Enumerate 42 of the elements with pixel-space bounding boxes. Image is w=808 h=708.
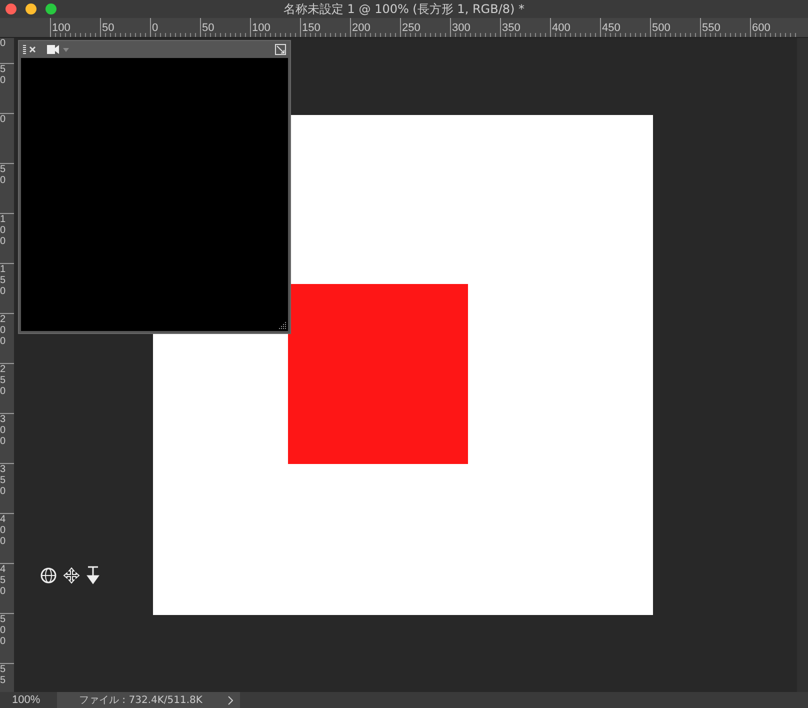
close-icon[interactable] [23,45,37,54]
scrollbar[interactable] [797,38,808,692]
expand-icon[interactable] [275,44,286,55]
ruler-label: 55 [0,664,7,686]
ruler-label: 0 [151,22,158,34]
ruler-label: 50 [101,22,114,34]
move-icon[interactable] [63,567,80,584]
ruler-label: 250 [0,364,7,397]
ruler-label: 350 [501,22,520,34]
ruler-label: 100 [51,22,70,34]
ruler-label: 500 [0,614,7,647]
ruler-label: 500 [651,22,670,34]
ruler-label: 350 [0,464,7,497]
ruler-label: 150 [301,22,320,34]
ruler-label: 0 [0,114,7,125]
ruler-label: 0 [0,38,7,49]
file-size-text: ファイル : 732.4K/511.8K [79,694,202,707]
chevron-right-icon[interactable] [228,696,234,704]
window-controls-icon[interactable] [5,3,57,15]
ruler-label: 100 [251,22,270,34]
ruler-label: 400 [0,514,7,547]
ruler-label: 200 [0,314,7,347]
ruler-label: 450 [601,22,620,34]
ruler-label: 300 [0,414,7,447]
ruler-label: 400 [551,22,570,34]
ruler-label: 50 [0,164,7,186]
zoom-level[interactable]: 100% [0,694,57,706]
ruler-label: 450 [0,564,7,597]
ruler-label: 200 [351,22,370,34]
window-title: 名称未設定 1 @ 100% (長方形 1, RGB/8) * [283,0,524,18]
file-info-bar[interactable]: ファイル : 732.4K/511.8K [57,692,240,708]
globe-icon[interactable] [40,567,57,584]
ruler-label: 100 [0,214,7,247]
ruler-label: 300 [451,22,470,34]
ruler-label: 600 [751,22,770,34]
ruler-label: 250 [401,22,420,34]
pin-arrow-icon[interactable] [86,566,100,585]
video-camera-icon[interactable] [47,45,71,54]
ruler-label: 150 [0,264,7,297]
ruler-label: 50 [0,64,7,86]
ruler-label: 50 [201,22,214,34]
ruler-label: 550 [701,22,720,34]
